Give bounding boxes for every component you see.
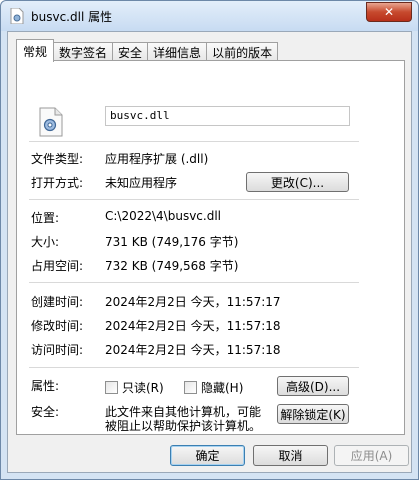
general-panel: busvc.dll 文件类型: 应用程序扩展 (.dll) 打开方式: 未知应用… [16,60,405,435]
apply-button[interactable]: 应用(A) [334,445,409,466]
size-value: 731 KB (749,176 字节) [105,235,239,249]
modified-value: 2024年2月2日 今天，11:57:18 [105,319,281,333]
size-label: 大小: [31,235,60,249]
openwith-label: 打开方式: [31,176,84,190]
tab-details[interactable]: 详细信息 [147,42,208,62]
tab-strip: 常规 数字签名 安全 详细信息 以前的版本 [16,39,279,62]
ok-button[interactable]: 确定 [170,445,245,466]
tab-security[interactable]: 安全 [112,42,149,62]
accessed-label: 访问时间: [31,343,84,357]
unblock-button[interactable]: 解除锁定(K) [277,404,349,424]
attributes-label: 属性: [31,379,60,393]
close-button[interactable]: ✕ [366,2,412,22]
cancel-button[interactable]: 取消 [253,445,328,466]
dll-gear-icon [39,107,63,137]
readonly-label: 只读(R) [122,381,164,395]
separator [29,367,359,368]
hidden-label: 隐藏(H) [201,381,244,395]
title-bar: busvc.dll 属性 ✕ [1,1,418,31]
openwith-value: 未知应用程序 [105,176,178,190]
filename-field[interactable]: busvc.dll [105,106,350,126]
advanced-button[interactable]: 高级(D)... [277,376,349,396]
dll-file-icon [10,8,24,24]
close-icon: ✕ [383,5,395,19]
created-label: 创建时间: [31,295,84,309]
security-label: 安全: [31,405,60,419]
modified-label: 修改时间: [31,319,84,333]
separator [29,199,359,200]
checkbox-box [105,381,118,394]
created-value: 2024年2月2日 今天，11:57:17 [105,295,281,309]
separator [29,282,359,283]
tab-digital-signatures[interactable]: 数字签名 [53,42,114,62]
tab-previous-versions[interactable]: 以前的版本 [206,42,279,62]
location-value: C:\2022\4\busvc.dll [105,209,221,223]
filetype-value: 应用程序扩展 (.dll) [105,152,209,166]
checkbox-box [184,381,197,394]
filetype-label: 文件类型: [31,152,84,166]
security-text-line2: 被阻止以帮助保护该计算机。 [105,419,262,433]
readonly-checkbox[interactable]: 只读(R) [105,379,164,396]
hidden-checkbox[interactable]: 隐藏(H) [184,379,243,396]
disksize-value: 732 KB (749,568 字节) [105,259,239,273]
accessed-value: 2024年2月2日 今天，11:57:18 [105,343,281,357]
disksize-label: 占用空间: [31,259,84,273]
window-title: busvc.dll 属性 [31,10,113,24]
dialog-client: 常规 数字签名 安全 详细信息 以前的版本 busvc.dll 文件类型: 应用… [7,31,412,473]
separator [29,141,359,142]
tab-general[interactable]: 常规 [16,39,55,62]
location-label: 位置: [31,211,60,225]
change-button[interactable]: 更改(C)... [246,172,349,192]
properties-window: busvc.dll 属性 ✕ 常规 数字签名 安全 详细信息 以前的版本 bus… [0,0,419,480]
